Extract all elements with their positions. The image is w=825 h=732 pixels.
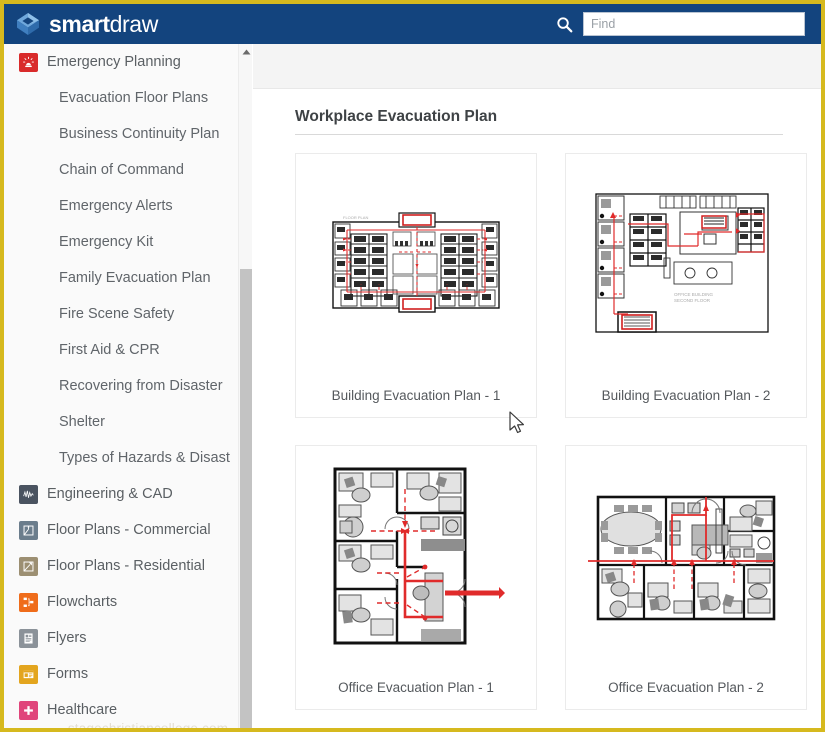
sidebar-group-healthcare[interactable]: Healthcare bbox=[4, 692, 251, 728]
sidebar-item-business-continuity-plan[interactable]: Business Continuity Plan bbox=[4, 116, 251, 152]
sidebar-group-label: Healthcare bbox=[47, 702, 118, 718]
main-content: Workplace Evacuation Plan FLOOR PLAN Bui… bbox=[253, 44, 821, 728]
sidebar-item-fire-scene-safety[interactable]: Fire Scene Safety bbox=[4, 296, 251, 332]
floorplan-commercial-icon bbox=[19, 520, 38, 540]
floorplan-residential-icon bbox=[19, 556, 38, 576]
sidebar-group-engineering-cad[interactable]: Engineering & CAD bbox=[4, 476, 251, 512]
sidebar-item-shelter[interactable]: Shelter bbox=[4, 404, 251, 440]
sidebar-item-chain-of-command[interactable]: Chain of Command bbox=[4, 152, 251, 188]
card-label: Office Evacuation Plan - 1 bbox=[338, 679, 494, 695]
card-label: Office Evacuation Plan - 2 bbox=[608, 679, 764, 695]
card-label: Building Evacuation Plan - 1 bbox=[331, 387, 501, 403]
smartdraw-diamond-logo-icon bbox=[17, 13, 39, 35]
waveform-icon bbox=[19, 484, 38, 504]
scrollbar-thumb[interactable] bbox=[240, 269, 252, 728]
brand-logo[interactable]: smartdraw bbox=[16, 11, 158, 38]
template-card-building-evacuation-plan-2[interactable]: OFFICE BUILDING SECOND FLOOR Building Ev… bbox=[565, 153, 807, 418]
svg-text:FLOOR PLAN: FLOOR PLAN bbox=[343, 215, 368, 220]
app-header: smartdraw bbox=[4, 4, 821, 44]
scroll-up-arrow-icon[interactable] bbox=[239, 44, 253, 60]
building-evacuation-plan-2-thumbnail: OFFICE BUILDING SECOND FLOOR bbox=[566, 154, 806, 373]
brand-name-bold: smart bbox=[49, 10, 110, 37]
flyer-document-icon bbox=[19, 628, 38, 648]
template-card-office-evacuation-plan-1[interactable]: Office Evacuation Plan - 1 bbox=[295, 445, 537, 710]
sidebar-item-types-of-hazards-disasters[interactable]: Types of Hazards & Disast bbox=[4, 440, 251, 476]
search-icon[interactable] bbox=[556, 16, 573, 33]
sidebar-group-floor-plans-residential[interactable]: Floor Plans - Residential bbox=[4, 548, 251, 584]
title-divider bbox=[295, 134, 783, 135]
office-evacuation-plan-1-thumbnail bbox=[296, 446, 536, 665]
template-card-office-evacuation-plan-2[interactable]: Office Evacuation Plan - 2 bbox=[565, 445, 807, 710]
sidebar-group-flyers[interactable]: Flyers bbox=[4, 620, 251, 656]
sidebar-group-label: Emergency Planning bbox=[47, 54, 181, 70]
sidebar-item-family-evacuation-plan[interactable]: Family Evacuation Plan bbox=[4, 260, 251, 296]
content-toolbar-band bbox=[253, 44, 821, 89]
brand-name-light: draw bbox=[109, 10, 159, 37]
app-window: smartdraw Emergency Planning Evacuation … bbox=[0, 0, 825, 732]
svg-text:OFFICE BUILDING: OFFICE BUILDING bbox=[674, 292, 714, 297]
search-input[interactable] bbox=[583, 12, 805, 36]
medical-cross-icon bbox=[19, 700, 38, 720]
sidebar-group-label: Engineering & CAD bbox=[47, 486, 173, 502]
sidebar-item-first-aid-cpr[interactable]: First Aid & CPR bbox=[4, 332, 251, 368]
sidebar-group-floor-plans-commercial[interactable]: Floor Plans - Commercial bbox=[4, 512, 251, 548]
template-grid: FLOOR PLAN Building Evacuation Plan - 1 bbox=[295, 153, 813, 710]
search-area bbox=[556, 12, 805, 36]
sidebar-item-emergency-alerts[interactable]: Emergency Alerts bbox=[4, 188, 251, 224]
office-evacuation-plan-2-thumbnail bbox=[566, 446, 806, 665]
flowchart-icon bbox=[19, 592, 38, 612]
sidebar-item-emergency-kit[interactable]: Emergency Kit bbox=[4, 224, 251, 260]
card-label: Building Evacuation Plan - 2 bbox=[601, 387, 771, 403]
template-card-building-evacuation-plan-1[interactable]: FLOOR PLAN Building Evacuation Plan - 1 bbox=[295, 153, 537, 418]
page-title: Workplace Evacuation Plan bbox=[295, 108, 498, 125]
sidebar-item-recovering-from-disaster[interactable]: Recovering from Disaster bbox=[4, 368, 251, 404]
brand-name: smartdraw bbox=[49, 11, 158, 38]
building-evacuation-plan-1-thumbnail: FLOOR PLAN bbox=[296, 154, 536, 373]
sidebar-group-label: Flyers bbox=[47, 630, 87, 646]
sidebar-group-forms[interactable]: Forms bbox=[4, 656, 251, 692]
sidebar-group-label: Floor Plans - Residential bbox=[47, 558, 205, 574]
form-icon bbox=[19, 664, 38, 684]
sidebar-item-evacuation-floor-plans[interactable]: Evacuation Floor Plans bbox=[4, 80, 251, 116]
sidebar-group-label: Flowcharts bbox=[47, 594, 118, 610]
sidebar-scrollbar[interactable] bbox=[238, 44, 253, 728]
svg-text:SECOND FLOOR: SECOND FLOOR bbox=[674, 298, 711, 303]
sidebar-navigation[interactable]: Emergency Planning Evacuation Floor Plan… bbox=[4, 44, 252, 728]
sidebar-group-label: Forms bbox=[47, 666, 89, 682]
sidebar-group-emergency-planning[interactable]: Emergency Planning bbox=[4, 44, 251, 80]
emergency-siren-icon bbox=[19, 52, 38, 72]
sidebar-group-label: Floor Plans - Commercial bbox=[47, 522, 211, 538]
sidebar-group-flowcharts[interactable]: Flowcharts bbox=[4, 584, 251, 620]
